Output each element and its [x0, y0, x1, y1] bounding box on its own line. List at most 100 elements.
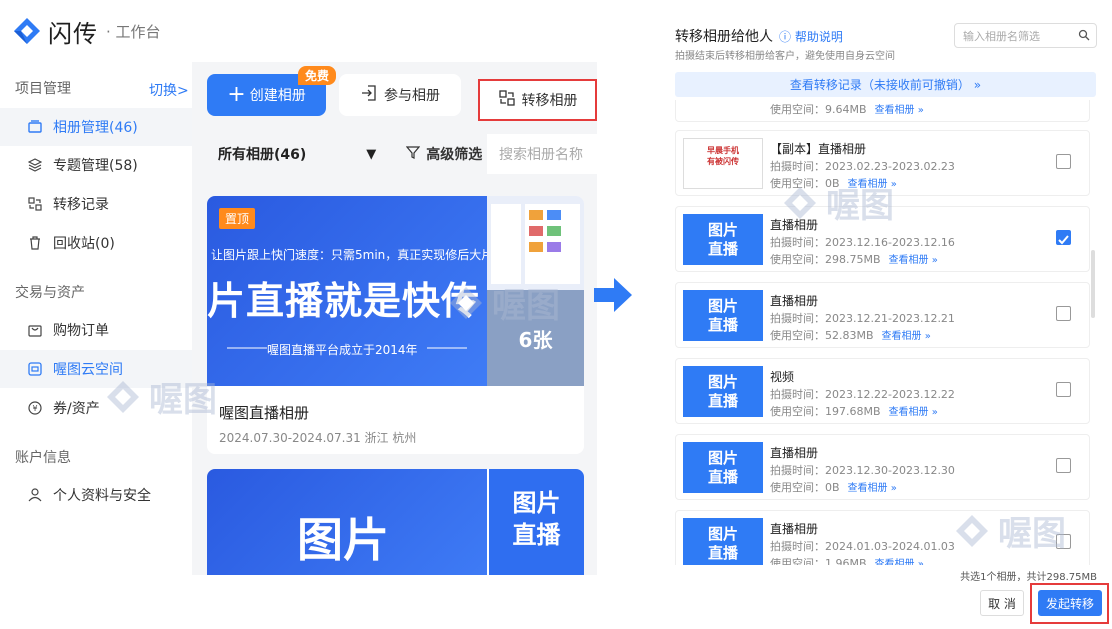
cover-divider: [227, 347, 467, 349]
album-date: 拍摄时间：2023.12.21-2023.12.21: [770, 312, 955, 325]
logo-subtitle: · 工作台: [106, 22, 161, 41]
thumb-text: 图片: [707, 297, 738, 315]
album-checkbox[interactable]: [1056, 534, 1071, 549]
section-trade: 交易与资产: [15, 285, 85, 301]
scrollbar[interactable]: [1091, 250, 1095, 318]
album-size-text: 使用空间：9.64MB: [770, 103, 867, 116]
album-name: 直播相册: [770, 522, 819, 536]
sidebar-item-coupons[interactable]: ¥ 券/资产: [0, 389, 192, 427]
album-thumb: 图片 直播: [683, 290, 763, 341]
album-meta: 2024.07.30-2024.07.31 浙江 杭州: [219, 431, 417, 445]
cancel-button[interactable]: 取 消: [980, 590, 1024, 616]
transfer-album-label: 转移相册: [521, 93, 578, 109]
filter-icon: [406, 145, 421, 163]
thumb-text: 直播: [707, 240, 738, 258]
transfer-album-button[interactable]: 转移相册: [478, 79, 597, 121]
create-album-label: 创建相册: [249, 88, 306, 104]
switch-link[interactable]: 切换>: [149, 80, 189, 100]
album-card[interactable]: 图片 图片 直播: [207, 469, 584, 575]
sidebar-item-recycle[interactable]: 回收站(0): [0, 224, 192, 262]
album-date: 拍摄时间：2023.12.22-2023.12.22: [770, 388, 955, 401]
album-name: 直播相册: [770, 294, 819, 308]
sidebar-item-transfer-records[interactable]: 转移记录: [0, 185, 192, 223]
app-header: 闪传 · 工作台: [0, 0, 597, 62]
album-search-input[interactable]: 搜索相册名称: [487, 134, 597, 174]
album-size: 使用空间：0B 查看相册 »: [770, 479, 897, 495]
album-checkbox[interactable]: [1056, 154, 1071, 169]
main-content: + 创建相册 免费 参与相册 转移相册 所有相册(46) ▼ 高级筛选 搜索相册…: [192, 62, 597, 575]
thumb-text: 图片: [707, 373, 738, 391]
thumb-text: 有被闪传: [707, 157, 739, 166]
album-size: 使用空间：298.75MB 查看相册 »: [770, 251, 938, 267]
thumb-text: 直播: [707, 544, 738, 562]
logo-text: 闪传: [48, 19, 98, 48]
album-size-text: 使用空间：298.75MB: [770, 253, 881, 266]
album-size: 使用空间：0B 查看相册 »: [770, 175, 897, 191]
thumb-text: 直播: [707, 392, 738, 410]
transfer-icon: [27, 196, 43, 212]
list-item[interactable]: 图片 直播 直播相册 拍摄时间：2023.12.21-2023.12.21 使用空间：5…: [675, 282, 1090, 348]
album-checkbox[interactable]: [1056, 230, 1071, 245]
sidebar-item-cloud[interactable]: 喔图云空间: [0, 350, 192, 388]
search-icon[interactable]: [1078, 29, 1090, 44]
album-size: 使用空间：1.96MB 查看相册 »: [770, 555, 924, 565]
view-album-link[interactable]: 查看相册 »: [882, 331, 931, 342]
album-thumb: 图片 直播: [683, 442, 763, 493]
thumb-text: 直播: [707, 468, 738, 486]
view-album-link[interactable]: 查看相册 »: [875, 559, 924, 565]
album-thumbs: 6张: [487, 196, 584, 386]
logo-icon: [12, 16, 42, 46]
all-albums-dropdown[interactable]: 所有相册(46): [218, 144, 306, 164]
cover-text: 图片: [297, 513, 389, 567]
list-item[interactable]: 早晨手机 有被闪传 【副本】直播相册 拍摄时间：2023.02.23-2023.02.…: [675, 130, 1090, 196]
album-size-text: 使用空间：1.96MB: [770, 557, 867, 565]
album-filter-input[interactable]: 输入相册名筛选: [954, 23, 1097, 48]
join-album-button[interactable]: 参与相册: [339, 74, 461, 116]
caret-down-icon[interactable]: ▼: [366, 147, 376, 162]
view-album-link[interactable]: 查看相册 »: [875, 105, 924, 116]
sidebar-item-label: 喔图云空间: [53, 362, 123, 378]
thumb-text: 图片: [707, 221, 738, 239]
album-card[interactable]: 置顶 让图片跟上快门速度：只需5min，真正实现修后大片 片直播就是快传 喔图直…: [207, 196, 584, 454]
list-item[interactable]: 图片 直播 视频 拍摄时间：2023.12.22-2023.12.22 使用空间：197…: [675, 358, 1090, 424]
sidebar-item-label: 购物订单: [53, 323, 109, 339]
thumb-preview: [487, 196, 584, 290]
dialog-subtitle: 拍摄结束后转移相册给客户，避免使用自身云空间: [675, 51, 895, 62]
list-item: 使用空间：9.64MB 查看相册 »: [675, 100, 1090, 122]
list-item[interactable]: 图片 直播 直播相册 拍摄时间：2024.01.03-2024.01.03 使用空间：1…: [675, 510, 1090, 565]
sidebar-item-label: 专题管理(58): [53, 158, 138, 174]
section-account: 账户信息: [15, 450, 71, 466]
album-filter-placeholder: 输入相册名筛选: [963, 29, 1040, 43]
list-item[interactable]: 图片 直播 直播相册 拍摄时间：2023.12.30-2023.12.30 使用空间：0…: [675, 434, 1090, 500]
view-album-link[interactable]: 查看相册 »: [848, 483, 897, 494]
transfer-icon: [498, 89, 516, 111]
list-item[interactable]: 图片 直播 直播相册 拍摄时间：2023.12.16-2023.12.16 使用空间：2…: [675, 206, 1090, 272]
help-link-text: 帮助说明: [794, 29, 843, 44]
sidebar-item-label: 相册管理(46): [53, 120, 138, 136]
view-transfer-records-link[interactable]: 查看转移记录（未接收前可撤销） »: [675, 72, 1096, 97]
help-link[interactable]: ⓘ 帮助说明: [779, 28, 843, 45]
advanced-filter-button[interactable]: 高级筛选: [406, 144, 482, 164]
album-size-text: 使用空间：0B: [770, 481, 840, 494]
album-checkbox[interactable]: [1056, 458, 1071, 473]
album-thumb: 图片 直播: [489, 469, 584, 575]
album-size-text: 使用空间：0B: [770, 177, 840, 190]
view-album-link[interactable]: 查看相册 »: [889, 255, 938, 266]
coupon-icon: ¥: [27, 400, 43, 416]
plus-icon: +: [227, 82, 246, 107]
view-album-link[interactable]: 查看相册 »: [848, 179, 897, 190]
album-checkbox[interactable]: [1056, 306, 1071, 321]
thumb-text: 早晨手机: [707, 146, 739, 155]
album-size: 使用空间：9.64MB 查看相册 »: [770, 101, 924, 117]
photo-count: 6张: [487, 290, 584, 386]
album-thumb: 早晨手机 有被闪传: [683, 138, 763, 189]
view-album-link[interactable]: 查看相册 »: [889, 407, 938, 418]
sidebar-item-albums[interactable]: 相册管理(46): [0, 108, 192, 146]
send-transfer-button[interactable]: 发起转移: [1038, 590, 1102, 616]
thumb-text: 图片: [707, 525, 738, 543]
sidebar-item-topics[interactable]: 专题管理(58): [0, 146, 192, 184]
album-checkbox[interactable]: [1056, 382, 1071, 397]
sidebar-item-profile[interactable]: 个人资料与安全: [0, 476, 192, 514]
send-highlight: 发起转移: [1030, 583, 1109, 624]
sidebar-item-orders[interactable]: 购物订单: [0, 311, 192, 349]
